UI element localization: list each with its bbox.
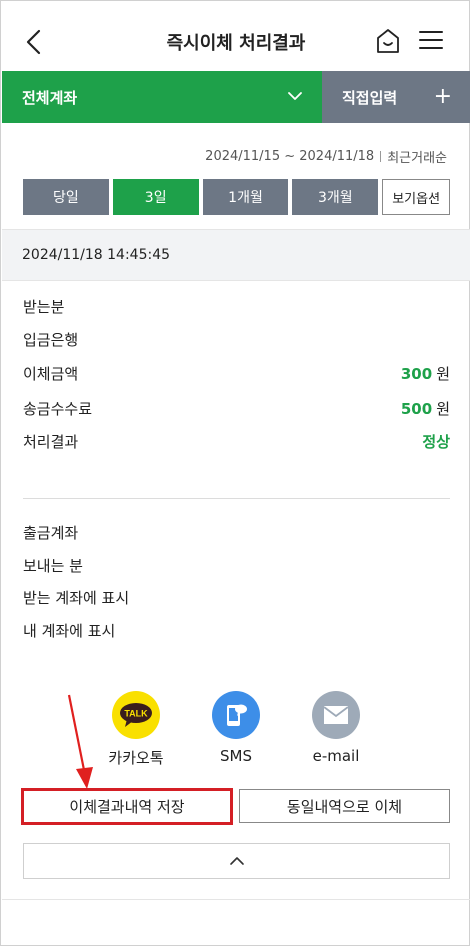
top-header: 즉시이체 처리결과 [1, 1, 470, 71]
menu-button[interactable] [419, 31, 443, 51]
plus-icon: + [433, 84, 452, 109]
date-range-text: 2024/11/15 ~ 2024/11/18 [205, 149, 375, 164]
detail-label: 보내는 분 [23, 556, 83, 575]
account-select[interactable]: 전체계좌 [2, 71, 322, 123]
home-button[interactable] [375, 27, 401, 55]
share-sms-label: SMS [220, 747, 252, 765]
kakao-talk-bubble: TALK [120, 703, 152, 727]
direct-input-button[interactable]: 직접입력 + [322, 71, 470, 123]
detail-row-result: 처리결과 정상 [23, 429, 450, 453]
hamburger-menu-icon [419, 31, 443, 33]
share-sms-button[interactable]: SMS [201, 691, 271, 765]
chevron-down-icon [288, 92, 302, 100]
phone-message-glyph [227, 704, 247, 726]
detail-row-my-memo: 내 계좌에 표시 [23, 618, 450, 642]
detail-row-recipient-memo: 받는 계좌에 표시 [23, 585, 450, 609]
detail-row-amount: 이체금액 300 원 [23, 361, 450, 385]
hamburger-line [419, 39, 443, 41]
fee-unit: 원 [436, 399, 450, 418]
kakao-badge-text: TALK [124, 709, 148, 719]
period-3month-button[interactable]: 3개월 [292, 179, 379, 215]
home-icon [377, 29, 399, 53]
detail-label: 입금은행 [23, 330, 79, 349]
fee-number: 500 [400, 399, 433, 418]
detail-label: 이체금액 [23, 364, 79, 383]
period-1month-button[interactable]: 1개월 [202, 179, 289, 215]
fee-value: 500 원 [401, 398, 450, 419]
amount-value: 300 원 [401, 363, 450, 384]
account-select-label: 전체계좌 [22, 88, 78, 107]
detail-row-bank: 입금은행 [23, 327, 450, 351]
date-range: 2024/11/15 ~ 2024/11/18 최근거래순 [205, 147, 447, 166]
result-value: 정상 [422, 432, 450, 451]
sort-order[interactable]: 최근거래순 [387, 147, 447, 166]
separator [380, 151, 382, 162]
repeat-transfer-button[interactable]: 동일내역으로 이체 [239, 789, 450, 823]
detail-label: 받는 계좌에 표시 [23, 588, 130, 607]
direct-input-label: 직접입력 [342, 88, 398, 107]
kakao-icon: TALK [112, 691, 160, 739]
bottom-divider [2, 899, 470, 900]
detail-label: 받는분 [23, 297, 65, 316]
share-email-button[interactable]: e-mail [301, 691, 371, 765]
period-filter: 당일 3일 1개월 3개월 보기옵션 [23, 179, 451, 215]
amount-number: 300 [400, 364, 433, 383]
period-3day-button[interactable]: 3일 [112, 179, 199, 215]
detail-row-from-account: 출금계좌 [23, 520, 450, 544]
email-icon [312, 691, 360, 739]
share-kakao-label: 카카오톡 [108, 749, 164, 767]
save-result-button[interactable]: 이체결과내역 저장 [21, 788, 233, 825]
view-option-button[interactable]: 보기옵션 [382, 179, 451, 215]
collapse-button[interactable] [23, 843, 450, 879]
hamburger-line [419, 47, 443, 49]
transaction-timestamp: 2024/11/18 14:45:45 [2, 229, 470, 281]
share-email-label: e-mail [312, 747, 360, 765]
detail-label: 출금계좌 [23, 523, 79, 542]
screen: 즉시이체 처리결과 전체계좌 직접입력 + 2024/11/15 ~ 2024/… [0, 0, 470, 946]
amount-unit: 원 [436, 364, 450, 383]
detail-label: 송금수수료 [23, 399, 93, 418]
detail-row-sender: 보내는 분 [23, 553, 450, 577]
detail-label: 내 계좌에 표시 [23, 621, 116, 640]
detail-row-fee: 송금수수료 500 원 [23, 396, 450, 420]
detail-label: 처리결과 [23, 432, 79, 451]
share-kakao-button[interactable]: TALK 카카오톡 [101, 691, 171, 768]
red-arrow-annotation [67, 694, 93, 789]
divider [23, 498, 450, 499]
period-today-button[interactable]: 당일 [23, 179, 109, 215]
account-bar: 전체계좌 직접입력 + [2, 71, 470, 123]
sms-icon [212, 691, 260, 739]
chevron-up-icon [229, 857, 244, 865]
envelope-glyph [323, 706, 349, 724]
detail-row-recipient: 받는분 [23, 294, 450, 318]
